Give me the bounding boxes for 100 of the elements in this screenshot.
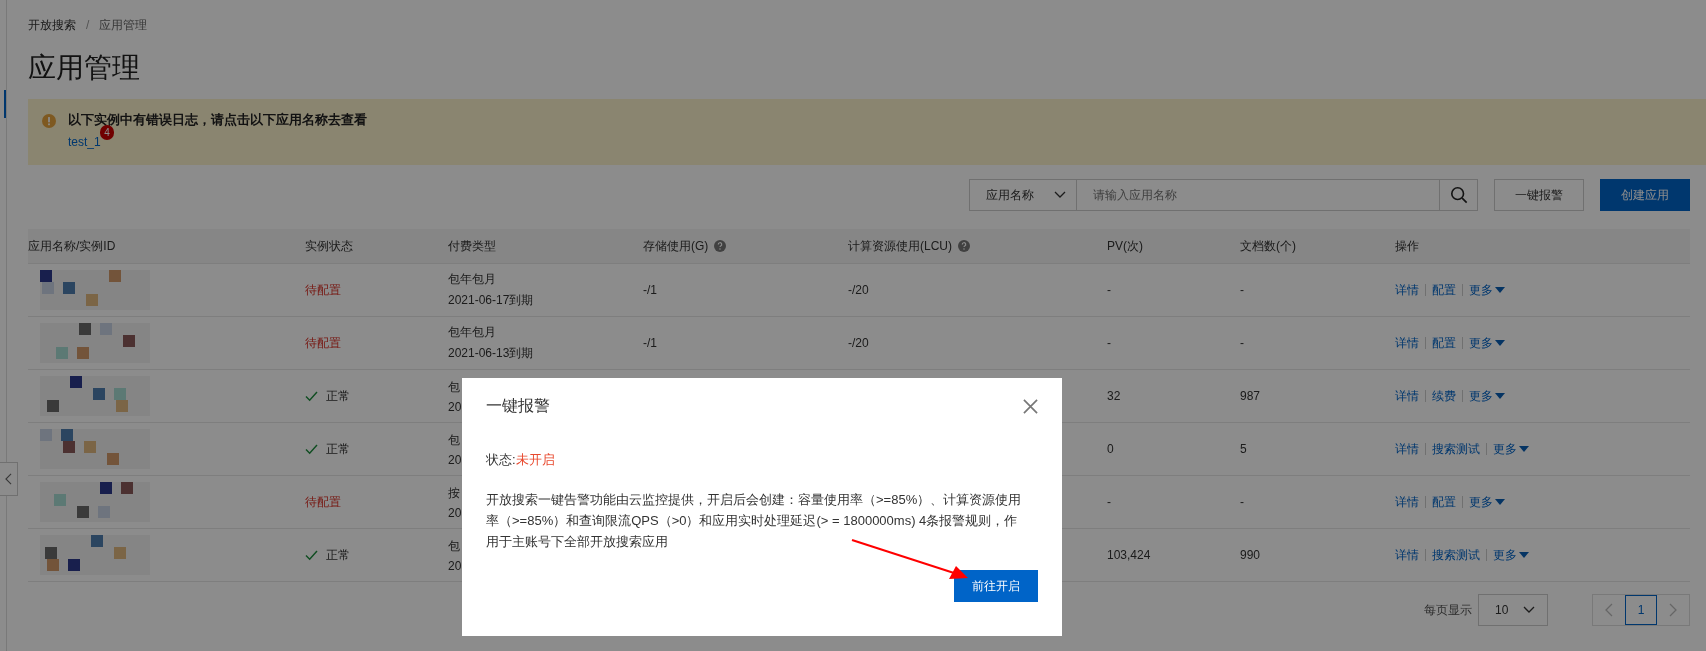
more-link[interactable]: 更多 [1469, 281, 1505, 299]
table-cell: - [1240, 336, 1244, 350]
page-title: 应用管理 [28, 51, 141, 85]
billing-text: 按 [448, 484, 460, 502]
help-icon[interactable] [714, 240, 727, 252]
more-link[interactable]: 更多 [1493, 546, 1529, 564]
action-link[interactable]: 续费 [1432, 387, 1456, 405]
action-link[interactable]: 配置 [1432, 493, 1456, 511]
search-field[interactable]: 请输入应用名称 [1077, 179, 1440, 211]
chevron-left-icon [5, 473, 12, 485]
page-size-select[interactable]: 10 [1478, 594, 1548, 626]
column-header: 计算资源使用(LCU) [848, 237, 952, 255]
search-icon [1449, 186, 1468, 204]
table-cell: 5 [1240, 442, 1247, 456]
table-cell: -/1 [643, 336, 657, 350]
create-button[interactable]: 创建应用 [1600, 179, 1690, 211]
action-link[interactable]: 详情 [1395, 546, 1419, 564]
table-cell: - [1240, 495, 1244, 509]
table-cell: - [1240, 283, 1244, 297]
status-text: 待配置 [305, 493, 341, 511]
action-link[interactable]: 详情 [1395, 493, 1419, 511]
caret-icon [1495, 499, 1505, 505]
column-header: 文档数(个) [1240, 237, 1296, 255]
alarm-button[interactable]: 一键报警 [1494, 179, 1584, 211]
chevron-right-icon [1669, 603, 1677, 617]
breadcrumb-separator: / [86, 18, 90, 32]
count-badge: 4 [100, 125, 114, 140]
help-icon[interactable] [958, 240, 970, 252]
status-text: 正常 [305, 440, 350, 458]
table-cell: 32 [1107, 389, 1121, 403]
billing-text: 20 [448, 452, 462, 467]
table-cell: -/20 [848, 336, 869, 350]
more-link[interactable]: 更多 [1493, 440, 1529, 458]
column-header: 存储使用(G) [643, 237, 709, 255]
column-header: 付费类型 [448, 237, 496, 255]
billing-text: 包 [448, 537, 460, 555]
billing-text: 20 [448, 558, 462, 573]
action-link[interactable]: 详情 [1395, 387, 1419, 405]
billing-text: 2021-06-17到期 [448, 292, 534, 309]
close-icon[interactable] [1023, 399, 1038, 414]
page-size-label: 每页显示 [1424, 601, 1472, 619]
check-icon [305, 549, 318, 561]
action-link[interactable]: 搜索测试 [1432, 440, 1480, 458]
enable-button[interactable]: 前往开启 [954, 570, 1038, 602]
table-cell: - [1107, 283, 1111, 297]
action-link[interactable]: 详情 [1395, 281, 1419, 299]
billing-text: 包 [448, 431, 460, 449]
table-cell: 103,424 [1107, 548, 1151, 562]
column-header: 操作 [1395, 237, 1419, 255]
chevron-down-icon [1523, 606, 1535, 614]
table-cell: 990 [1240, 548, 1261, 562]
caret-icon [1519, 552, 1529, 558]
action-link[interactable]: 配置 [1432, 334, 1456, 352]
app-link[interactable]: test_1 [68, 135, 101, 149]
breadcrumb-link[interactable]: 开放搜索 [28, 16, 76, 34]
billing-text: 2021-06-13到期 [448, 345, 534, 362]
check-icon [305, 443, 318, 455]
column-header: PV(次) [1107, 237, 1143, 255]
caret-icon [1495, 393, 1505, 399]
more-link[interactable]: 更多 [1469, 334, 1505, 352]
dialog-description: 开放搜索一键告警功能由云监控提供，开启后会创建：容量使用率（>=85%）、计算资源使用率（>=85%）和查询限流QPS（>0）和应用实时处理延迟(> = 1800000ms) 4条报警规则，作用于主账号下全部开放搜索应用 [486, 491, 1023, 551]
billing-text: 包 [448, 378, 460, 396]
action-link[interactable]: 详情 [1395, 440, 1419, 458]
sidebar-indicator [4, 90, 6, 118]
dialog-title: 一键报警 [486, 396, 550, 416]
chevron-down-icon [1054, 191, 1066, 199]
status-label: 状态: [486, 451, 516, 469]
billing-text: 20 [448, 505, 462, 520]
caret-icon [1495, 340, 1505, 346]
filter-select[interactable]: 应用名称 [969, 179, 1077, 211]
status-value: 未开启 [515, 451, 555, 469]
action-link[interactable]: 配置 [1432, 281, 1456, 299]
caret-icon [1519, 446, 1529, 452]
caret-icon [1495, 287, 1505, 293]
check-icon [305, 390, 318, 402]
status-text: 待配置 [305, 281, 341, 299]
status-text: 正常 [305, 546, 350, 564]
billing-text: 包年包月 [448, 324, 496, 341]
status-text: 待配置 [305, 334, 341, 352]
more-link[interactable]: 更多 [1469, 387, 1505, 405]
status-text: 正常 [305, 387, 350, 405]
table-cell: -/1 [643, 283, 657, 297]
search-button[interactable] [1440, 179, 1478, 211]
action-link[interactable]: 搜索测试 [1432, 546, 1480, 564]
collapse-button[interactable] [0, 462, 18, 496]
table-cell: 0 [1107, 442, 1114, 456]
table-cell: -/20 [848, 283, 869, 297]
billing-text: 包年包月 [448, 271, 496, 288]
breadcrumb-link[interactable]: 应用管理 [99, 16, 148, 34]
chevron-left-icon [1605, 603, 1613, 617]
page-button[interactable]: 1 [1625, 595, 1657, 625]
column-header: 实例状态 [305, 237, 353, 255]
table-cell: - [1107, 336, 1111, 350]
table-cell: - [1107, 495, 1111, 509]
action-link[interactable]: 详情 [1395, 334, 1419, 352]
more-link[interactable]: 更多 [1469, 493, 1505, 511]
billing-text: 20 [448, 399, 462, 414]
table-cell: 987 [1240, 389, 1261, 403]
warning-icon [42, 114, 56, 128]
column-header: 应用名称/实例ID [28, 237, 116, 255]
